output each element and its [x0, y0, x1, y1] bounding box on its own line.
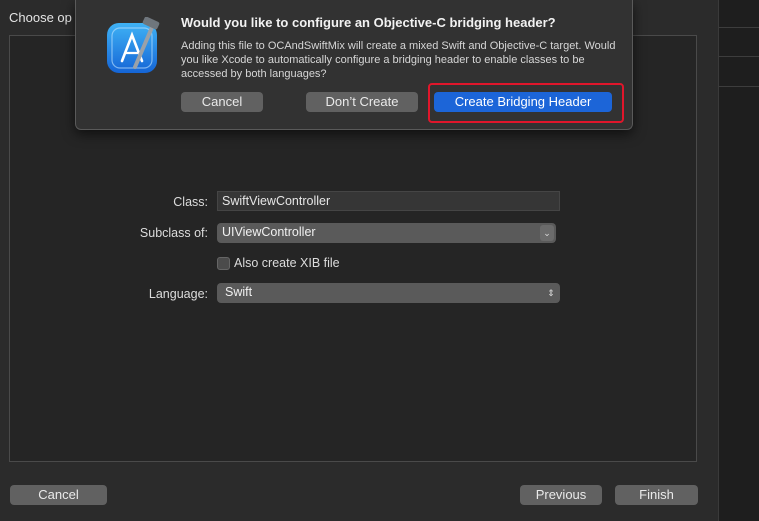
divider: [719, 27, 759, 28]
previous-button[interactable]: Previous: [520, 485, 602, 505]
subclass-combo[interactable]: UIViewController ⌄: [217, 223, 556, 243]
divider: [719, 86, 759, 87]
highlight-box: [428, 83, 624, 123]
language-value: Swift: [225, 285, 253, 299]
chevron-down-icon[interactable]: ⌄: [540, 225, 554, 241]
navigator-panel: [718, 0, 759, 521]
xib-checkbox[interactable]: [217, 257, 230, 270]
xcode-app-icon: [107, 17, 160, 73]
updown-chevron-icon: ⇕: [547, 288, 555, 298]
xib-checkbox-label[interactable]: Also create XIB file: [234, 256, 340, 270]
alert-message: Adding this file to OCAndSwiftMix will c…: [181, 40, 616, 80]
alert-cancel-button[interactable]: Cancel: [181, 92, 263, 112]
divider: [719, 56, 759, 57]
language-popup[interactable]: Swift ⇕: [217, 283, 560, 303]
sheet-title: Choose op: [9, 10, 72, 25]
finish-button[interactable]: Finish: [615, 485, 698, 505]
subclass-label: Subclass of:: [139, 226, 208, 240]
dont-create-button[interactable]: Don’t Create: [306, 92, 418, 112]
subclass-value: UIViewController: [222, 225, 316, 239]
bridging-header-alert: Would you like to configure an Objective…: [75, 0, 633, 130]
cancel-button[interactable]: Cancel: [10, 485, 107, 505]
class-label: Class:: [173, 195, 208, 209]
class-name-field[interactable]: SwiftViewController: [217, 191, 560, 211]
language-label: Language:: [148, 287, 208, 301]
alert-title: Would you like to configure an Objective…: [181, 15, 556, 30]
